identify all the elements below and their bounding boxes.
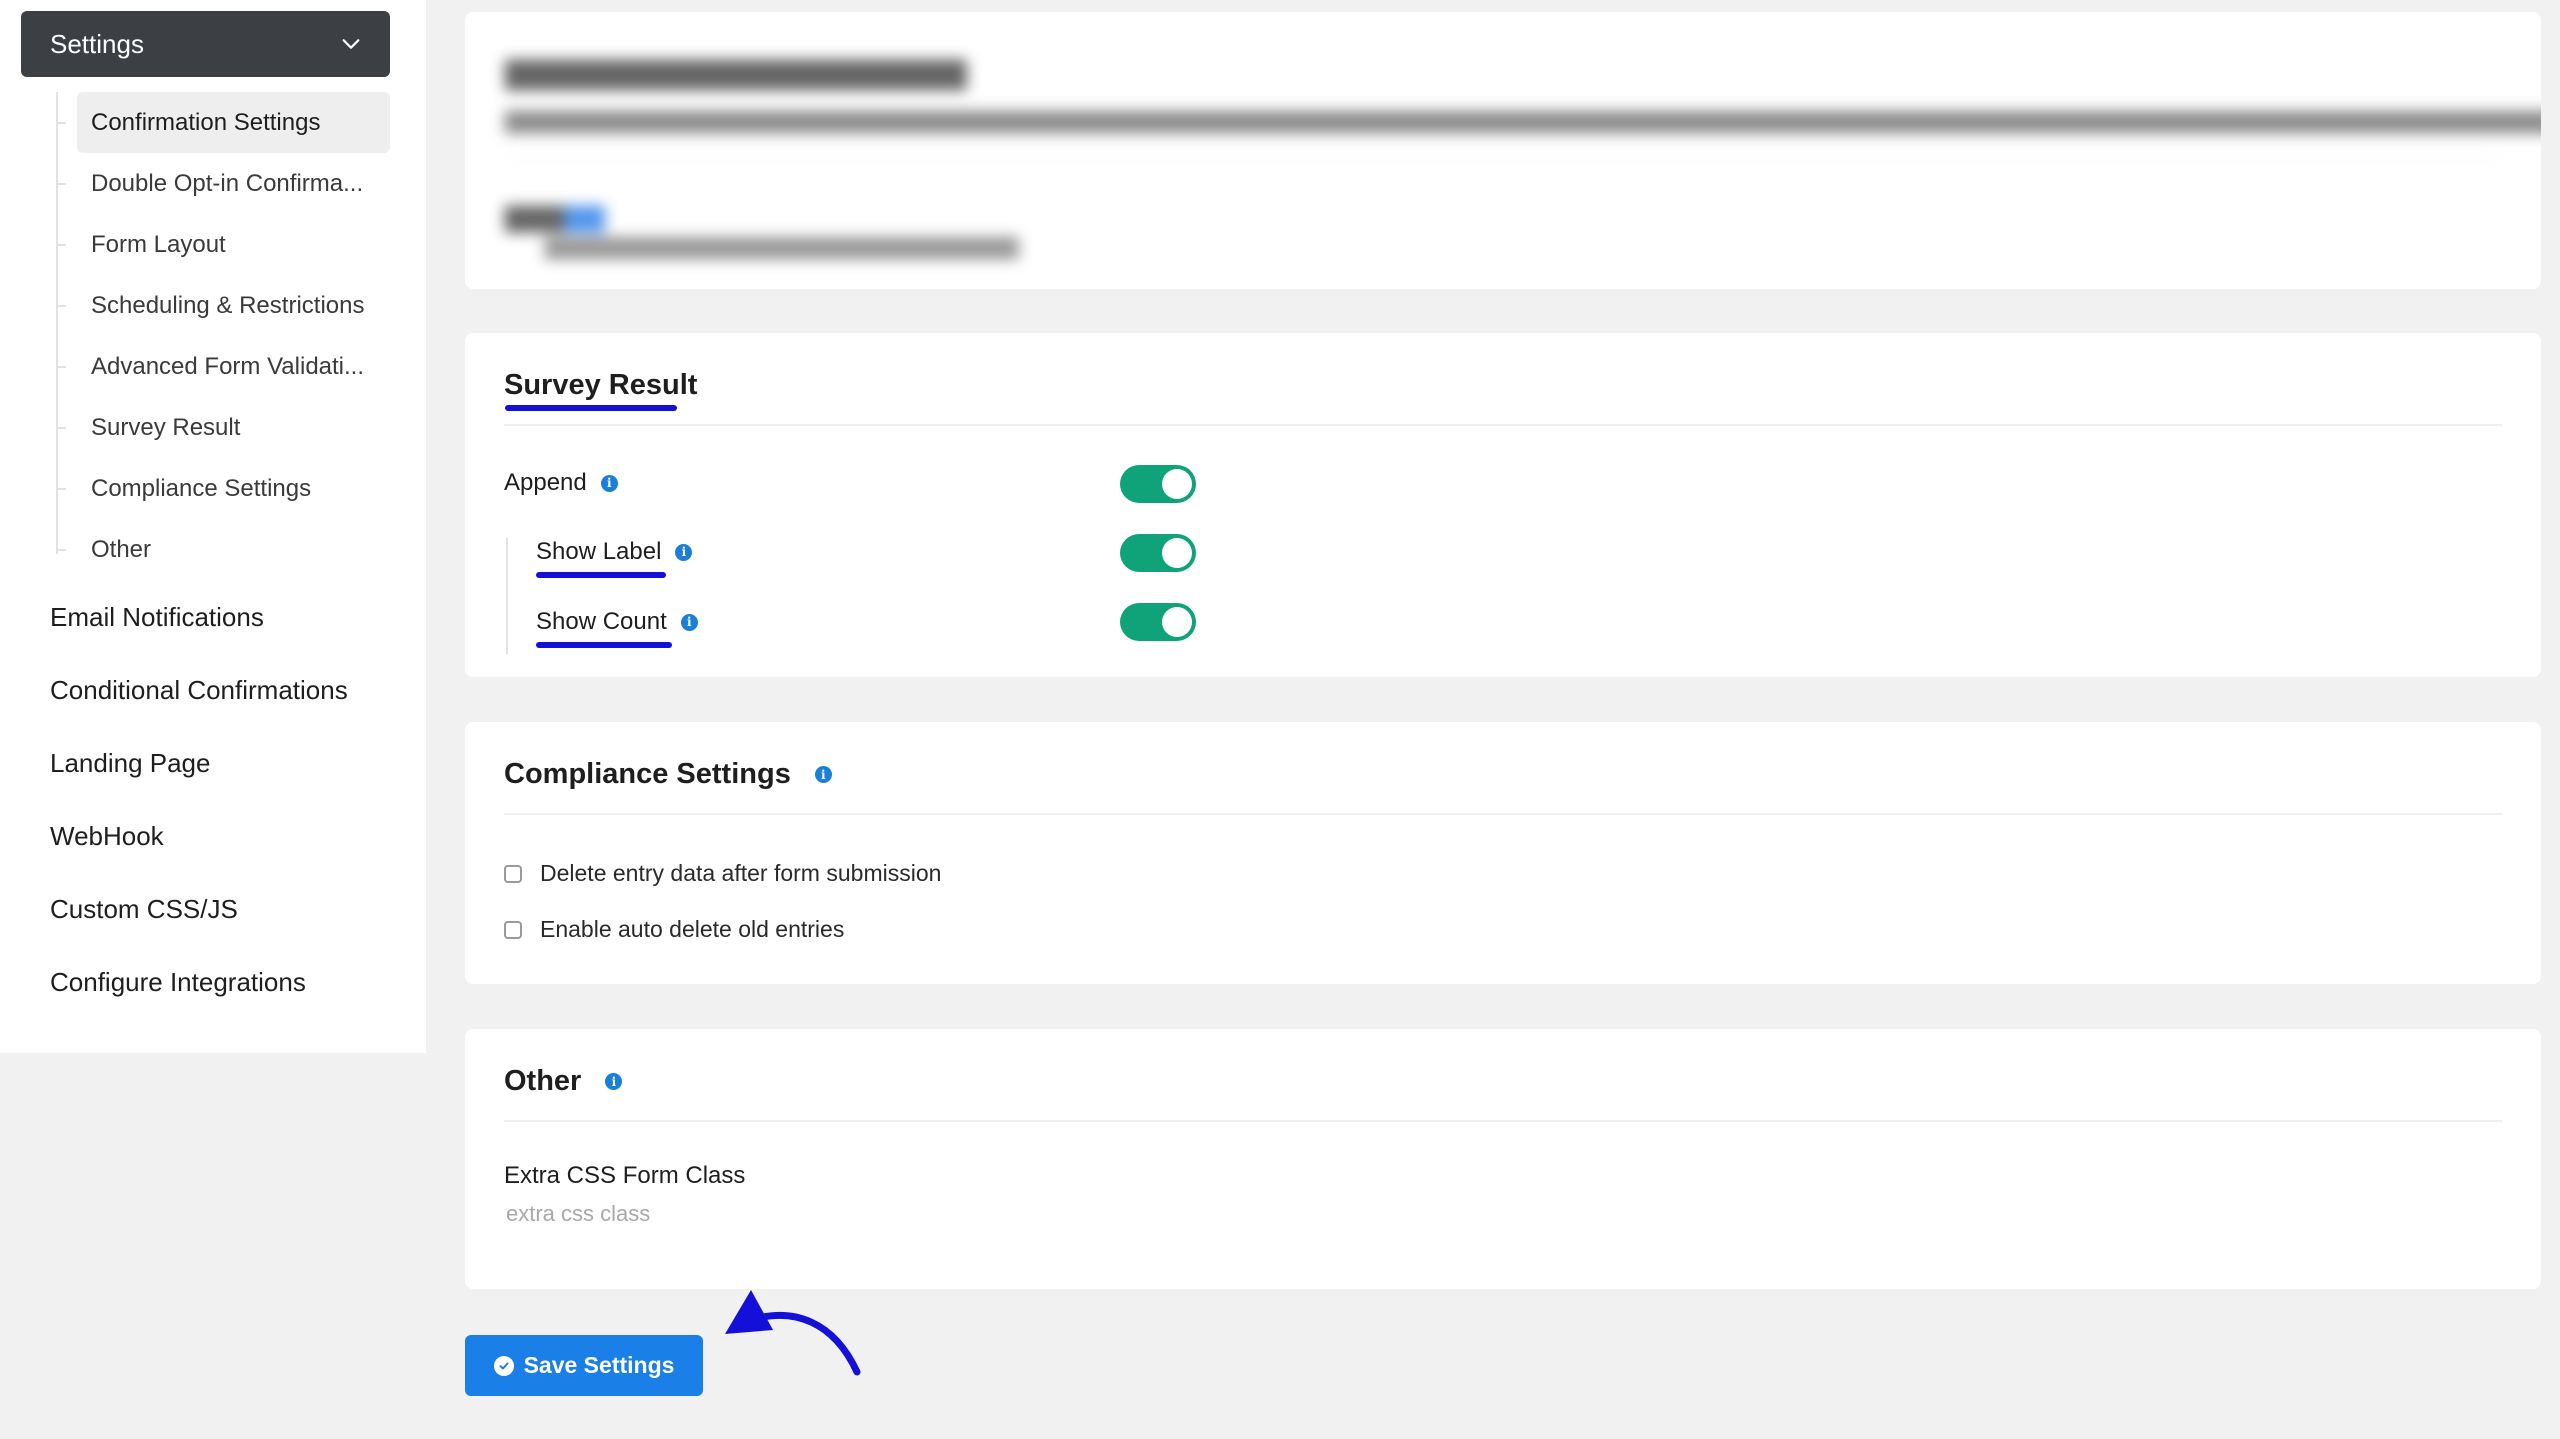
- annotation-arrow: [725, 1290, 861, 1376]
- auto-delete-label: Enable auto delete old entries: [540, 916, 845, 942]
- annotation-underline: [505, 405, 677, 411]
- sidebar-item-other[interactable]: Other: [56, 519, 390, 580]
- survey-result-card: Survey Result Append i Show Label i Show…: [465, 333, 2541, 677]
- check-circle-icon: [493, 1355, 514, 1376]
- sidebar-item-label[interactable]: Other: [77, 519, 390, 580]
- append-row: Append i: [504, 469, 618, 497]
- delete-entry-checkbox[interactable]: [504, 864, 522, 883]
- auto-delete-option[interactable]: Enable auto delete old entries: [504, 916, 844, 943]
- advanced-validation-card-blurred: ▇▇▇▇▇▇▇▇▇▇▇▇▇▇▇▇▇▇▇▇ ▇▇▇▇▇▇▇▇▇▇▇▇▇▇▇▇▇▇▇…: [465, 12, 2541, 289]
- settings-sidebar: Settings Confirmation Settings Double Op…: [0, 0, 426, 1053]
- sidebar-item-email-notifications[interactable]: Email Notifications: [50, 581, 348, 654]
- sidebar-item-compliance-settings[interactable]: Compliance Settings: [56, 458, 390, 519]
- delete-entry-label: Delete entry data after form submission: [540, 860, 942, 886]
- auto-delete-checkbox[interactable]: [504, 920, 522, 939]
- sidebar-item-custom-css-js[interactable]: Custom CSS/JS: [50, 873, 348, 946]
- compliance-settings-title: Compliance Settings i: [504, 758, 832, 791]
- sidebar-item-webhook[interactable]: WebHook: [50, 800, 348, 873]
- info-icon[interactable]: i: [605, 1073, 623, 1090]
- sidebar-item-label[interactable]: Form Layout: [77, 214, 390, 275]
- sidebar-item-configure-integrations[interactable]: Configure Integrations: [50, 946, 348, 1019]
- sidebar-item-label[interactable]: Survey Result: [77, 397, 390, 458]
- sidebar-item-form-layout[interactable]: Form Layout: [56, 214, 390, 275]
- sidebar-item-label[interactable]: Compliance Settings: [77, 458, 390, 519]
- info-icon[interactable]: i: [600, 474, 618, 492]
- chevron-down-icon: [342, 39, 360, 49]
- settings-dropdown-header[interactable]: Settings: [21, 11, 390, 77]
- settings-header-label: Settings: [50, 28, 144, 59]
- info-icon[interactable]: i: [675, 543, 693, 561]
- sidebar-item-advanced-validation[interactable]: Advanced Form Validati...: [56, 336, 390, 397]
- extra-css-label: Extra CSS Form Class: [504, 1162, 746, 1189]
- save-settings-button[interactable]: Save Settings: [465, 1335, 703, 1396]
- compliance-settings-card: Compliance Settings i Delete entry data …: [465, 722, 2541, 984]
- sidebar-item-label[interactable]: Confirmation Settings: [77, 92, 390, 153]
- other-title: Other i: [504, 1065, 623, 1098]
- sidebar-item-landing-page[interactable]: Landing Page: [50, 727, 348, 800]
- delete-entry-option[interactable]: Delete entry data after form submission: [504, 860, 941, 887]
- sidebar-item-label[interactable]: Advanced Form Validati...: [77, 336, 390, 397]
- save-settings-label: Save Settings: [523, 1352, 675, 1378]
- annotation-underline: [536, 572, 666, 578]
- sidebar-item-conditional-confirmations[interactable]: Conditional Confirmations: [50, 654, 348, 727]
- sidebar-item-scheduling[interactable]: Scheduling & Restrictions: [56, 275, 390, 336]
- append-toggle[interactable]: [1120, 465, 1196, 503]
- survey-result-title: Survey Result: [504, 369, 698, 401]
- sidebar-item-confirmation-settings[interactable]: Confirmation Settings: [56, 92, 390, 153]
- nested-indent-line: [506, 538, 508, 654]
- show-label-toggle[interactable]: [1120, 534, 1196, 572]
- sidebar-item-label[interactable]: Scheduling & Restrictions: [77, 275, 390, 336]
- sidebar-item-double-opt-in[interactable]: Double Opt-in Confirma...: [56, 153, 390, 214]
- append-label: Append: [504, 469, 587, 496]
- show-label-row: Show Label i: [536, 538, 693, 566]
- other-card: Other i Extra CSS Form Class: [465, 1029, 2541, 1289]
- sidebar-item-survey-result[interactable]: Survey Result: [56, 397, 390, 458]
- show-count-row: Show Count i: [536, 608, 698, 636]
- info-icon[interactable]: i: [814, 766, 832, 783]
- info-icon[interactable]: i: [680, 613, 698, 631]
- settings-sub-nav: Confirmation Settings Double Opt-in Conf…: [56, 92, 390, 580]
- show-count-label: Show Count: [536, 608, 667, 635]
- annotation-underline: [536, 642, 672, 648]
- show-label-label: Show Label: [536, 538, 662, 565]
- settings-main-nav: Email Notifications Conditional Confirma…: [50, 581, 348, 1019]
- show-count-toggle[interactable]: [1120, 603, 1196, 641]
- sidebar-item-label[interactable]: Double Opt-in Confirma...: [77, 153, 390, 214]
- extra-css-input[interactable]: [504, 1195, 1008, 1233]
